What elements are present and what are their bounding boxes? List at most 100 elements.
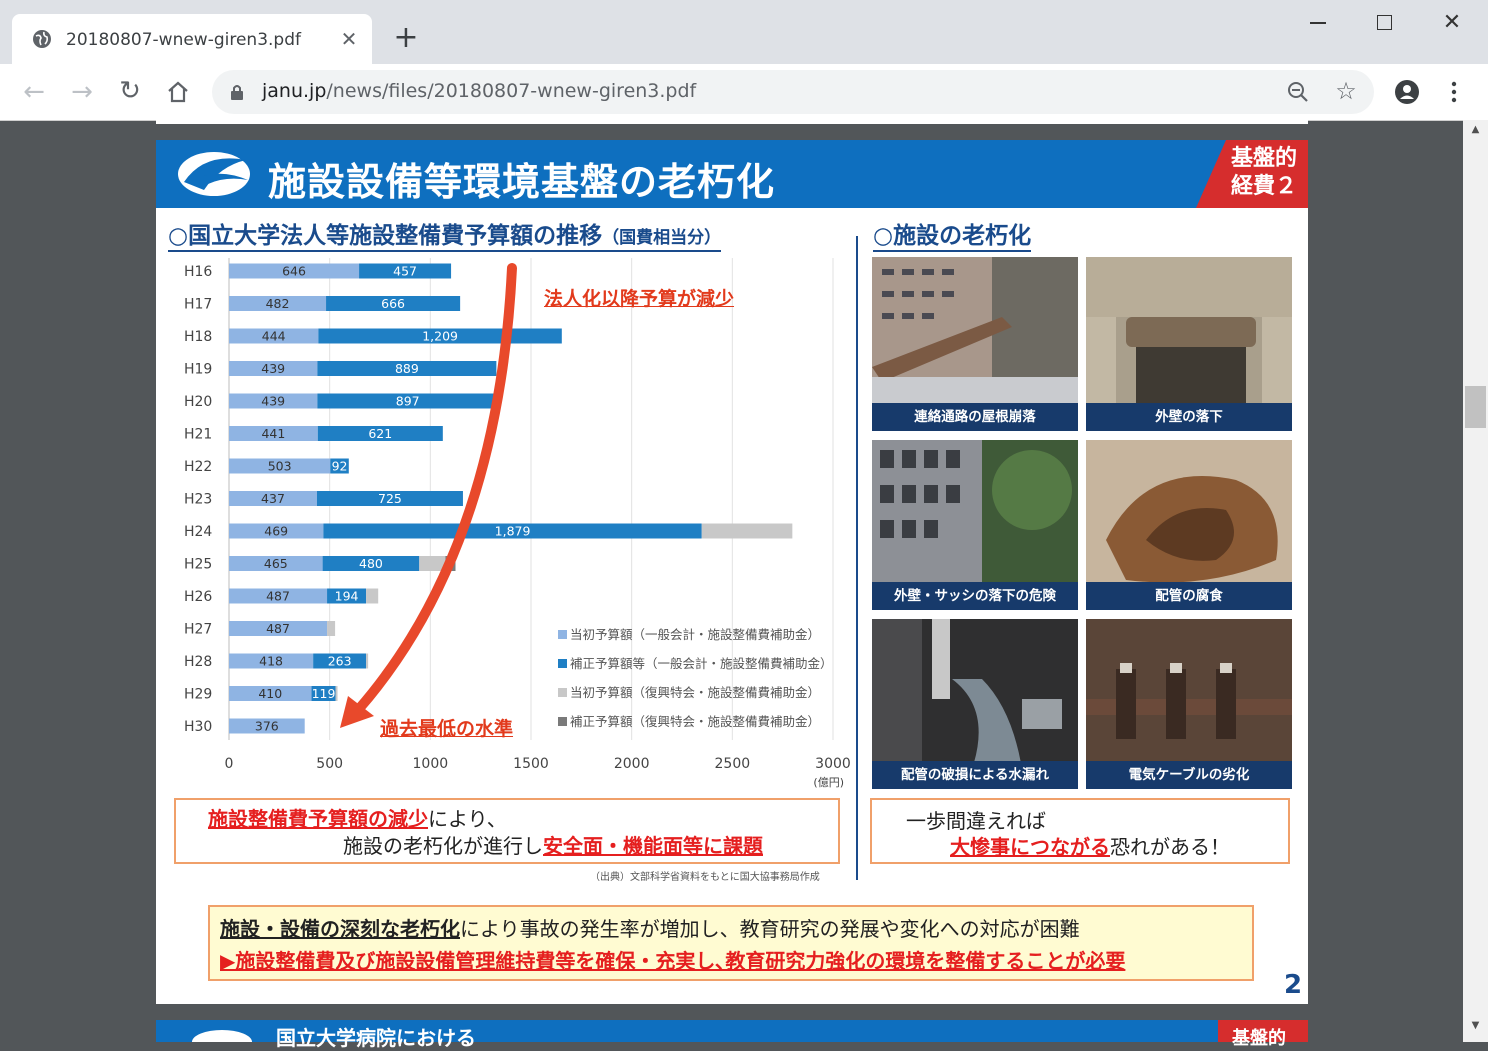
legend-swatch (558, 717, 567, 726)
conclusion-line2: ▶施設整備費及び施設設備管理維持費等を確保・充実し､教育研究力強化の環境を整備す… (220, 949, 1126, 973)
data-label: 439 (261, 394, 285, 409)
x-unit-label: (億円) (813, 776, 844, 789)
data-label: 1,209 (422, 329, 458, 344)
callout-lowest: 過去最低の水準 (380, 718, 514, 740)
photos-section-title: ○施設の老朽化 (873, 216, 1032, 252)
category-label: H27 (184, 622, 212, 638)
data-label: 469 (264, 524, 288, 539)
bar-segment (335, 686, 338, 701)
x-tick-label: 1000 (413, 756, 449, 772)
category-label: H17 (184, 297, 212, 313)
category-label: H26 (184, 589, 212, 605)
summary-right-line1: 一歩間違えれば (906, 809, 1046, 833)
scroll-up-icon[interactable]: ▲ (1465, 124, 1486, 138)
legend-label: 補正予算額（復興特会・施設整備費補助金） (570, 714, 820, 729)
slide-title: 施設設備等環境基盤の老朽化 (268, 160, 776, 204)
previous-slide-edge (156, 120, 1308, 124)
data-label: 889 (395, 361, 419, 376)
chart-section-title: ○国立大学法人等施設整備費予算額の推移（国費相当分） (168, 216, 722, 252)
account-icon[interactable] (1394, 79, 1420, 105)
category-label: H24 (184, 524, 212, 540)
url-text[interactable]: janu.jp/news/files/20180807-wnew-giren3.… (262, 80, 696, 102)
data-label: 439 (261, 361, 285, 376)
data-label: 441 (261, 426, 285, 441)
scrollbar-thumb[interactable] (1465, 386, 1486, 428)
category-label: H30 (184, 719, 212, 735)
photo-caption: 配管の腐食 (1086, 582, 1292, 610)
bar-segment (419, 556, 446, 571)
bar-segment (701, 523, 793, 539)
data-label: 621 (368, 426, 392, 441)
x-tick-label: 500 (316, 756, 343, 772)
scroll-down-icon[interactable]: ▼ (1465, 1020, 1486, 1034)
data-label: 376 (255, 719, 279, 734)
vertical-scrollbar[interactable] (1463, 120, 1488, 1042)
x-tick-label: 0 (225, 756, 234, 772)
forward-icon[interactable]: → (68, 77, 96, 107)
data-label: 92 (332, 459, 348, 474)
photo-cable-degradation: 電気ケーブルの劣化 (1086, 619, 1292, 789)
category-label: H28 (184, 654, 212, 670)
data-label: 666 (381, 296, 405, 311)
window-close-icon[interactable]: ✕ (1440, 10, 1464, 36)
category-label: H23 (184, 492, 212, 508)
close-tab-icon[interactable]: ✕ (338, 27, 360, 51)
photo-caption: 外壁の落下 (1086, 403, 1292, 431)
data-label: 1,879 (495, 524, 531, 539)
photo-water-leak: 配管の破損による水漏れ (872, 619, 1078, 789)
bar-segment (327, 621, 336, 636)
data-label: 487 (266, 621, 290, 636)
bar-segment (366, 588, 379, 604)
source-note: （出典）文部科学省資料をもとに国大協事務局作成 (590, 872, 820, 883)
conclusion-line1: 施設・設備の深刻な老朽化により事故の発生率が増加し、教育研究の発展や変化への対応… (220, 917, 1080, 941)
badge-text: 基盤的 経費２ (1226, 145, 1302, 201)
badge-line1: 基盤的 (1230, 146, 1297, 171)
data-label: 897 (396, 394, 420, 409)
lock-icon[interactable] (230, 83, 244, 101)
back-icon[interactable]: ← (20, 77, 48, 107)
summary-right-line2: 大惨事につながる恐れがある！ (950, 835, 1230, 859)
photo-caption: 連絡通路の屋根崩落 (872, 403, 1078, 431)
data-label: 725 (378, 491, 402, 506)
category-label: H16 (184, 264, 212, 280)
left-title-paren: （国費相当分） (602, 228, 722, 248)
legend-label: 当初予算額（一般会計・施設整備費補助金） (570, 627, 820, 642)
x-tick-label: 2500 (715, 756, 751, 772)
data-label: 465 (264, 556, 288, 571)
category-label: H21 (184, 427, 212, 443)
reload-icon[interactable]: ↻ (116, 76, 144, 106)
data-label: 410 (258, 686, 282, 701)
badge-line2: 経費２ (1230, 174, 1297, 199)
photo-sash-danger: 外壁・サッシの落下の危険 (872, 440, 1078, 610)
home-icon[interactable] (166, 80, 190, 104)
left-title-main: ○国立大学法人等施設整備費予算額の推移 (168, 223, 603, 249)
summary-left-line2: 施設の老朽化が進行し安全面・機能面等に課題 (343, 834, 763, 858)
maximize-icon[interactable] (1377, 15, 1392, 30)
data-label: 487 (266, 589, 290, 604)
legend-swatch (558, 630, 567, 639)
data-label: 503 (268, 459, 292, 474)
menu-icon[interactable] (1451, 81, 1457, 103)
data-label: 480 (359, 556, 383, 571)
zoom-icon[interactable] (1287, 81, 1309, 103)
x-tick-label: 1500 (513, 756, 549, 772)
photo-caption: 配管の破損による水漏れ (872, 761, 1078, 789)
photo-roof-collapse: 連絡通路の屋根崩落 (872, 257, 1078, 431)
data-label: 646 (282, 264, 306, 279)
bookmark-star-icon[interactable]: ☆ (1333, 77, 1359, 105)
category-label: H20 (184, 394, 212, 410)
data-label: 263 (328, 654, 352, 669)
photo-wall-fall: 外壁の落下 (1086, 257, 1292, 431)
minimize-icon[interactable] (1310, 22, 1326, 24)
category-label: H19 (184, 362, 212, 378)
globe-icon (32, 29, 52, 49)
janu-logo (174, 146, 254, 202)
category-label: H25 (184, 557, 212, 573)
new-tab-icon[interactable]: + (392, 22, 420, 54)
data-label: 437 (261, 491, 285, 506)
data-label: 194 (335, 589, 359, 604)
data-label: 457 (393, 264, 417, 279)
legend-label: 補正予算額等（一般会計・施設整備費補助金） (570, 656, 833, 671)
photo-caption: 電気ケーブルの劣化 (1086, 761, 1292, 789)
category-label: H22 (184, 459, 212, 475)
